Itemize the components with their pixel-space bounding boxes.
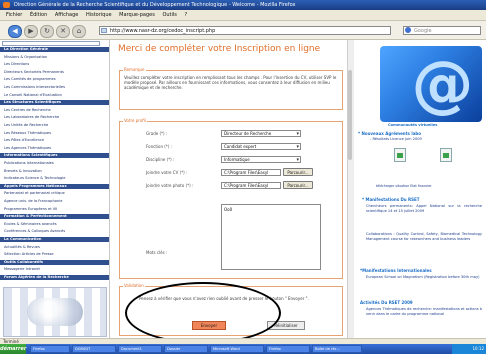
menu-item-fichier[interactable]: Fichier: [6, 10, 22, 20]
taskbar-item[interactable]: Firefox: [266, 345, 310, 353]
back-button[interactable]: ◀: [8, 25, 22, 38]
sidebar-item[interactable]: Les Agences Thématiques: [0, 146, 109, 151]
scrollbar-thumb[interactable]: [348, 70, 352, 160]
menu-item-historique[interactable]: Historique: [86, 10, 112, 20]
annotation-circle: [125, 282, 281, 344]
taskbar-item[interactable]: Boîte de réc...: [312, 345, 362, 353]
news1-heading: * Nouveaux Agréments labo: [358, 131, 422, 136]
taskbar-item[interactable]: DGRSDT: [72, 345, 116, 353]
reload-button[interactable]: ↻: [40, 25, 54, 38]
taskbar-item[interactable]: Firefox: [30, 345, 70, 353]
cv-file-input[interactable]: C:\Program Files\Easyl: [221, 169, 281, 176]
discipline-select[interactable]: Informatique: [221, 156, 301, 163]
at-sign-icon: @: [411, 47, 474, 120]
menu-item-affichage[interactable]: Affichage: [55, 10, 79, 20]
news4-text[interactable]: European School on Magnetism (Registrati…: [366, 275, 482, 280]
photo-label: Joindre votre photo (*) :: [146, 183, 194, 188]
keywords-label: Mots clés :: [146, 250, 168, 255]
sidebar-item[interactable]: Les Comités de programmes: [0, 77, 109, 82]
page-title: Merci de compléter votre Inscription en …: [118, 44, 321, 54]
sidebar-item[interactable]: Ecoles & Séminaires avancés: [0, 222, 109, 227]
news2-heading: * Manifestations Du RSET: [362, 197, 420, 202]
menu-item-edition[interactable]: Édition: [30, 10, 47, 20]
news2-text[interactable]: Chercheurs permanents: Appel National su…: [366, 204, 482, 213]
sidebar-item[interactable]: Les Directions: [0, 62, 109, 67]
home-button[interactable]: ⌂: [72, 25, 86, 38]
sidebar-item[interactable]: Programmes Européens et VII: [0, 207, 109, 212]
google-icon: [405, 27, 411, 33]
sidebar-item[interactable]: Publications Internationales: [0, 161, 109, 166]
keywords-textarea[interactable]: Oo0: [221, 204, 321, 270]
sidebar-item[interactable]: Actualités & Revues: [0, 245, 109, 250]
news5-text[interactable]: Agences Thématiques de recherche: manife…: [366, 307, 482, 316]
photo-browse-button[interactable]: Parcourir...: [283, 181, 313, 189]
start-button[interactable]: démarrer: [0, 344, 26, 354]
sidebar-item[interactable]: Appels Programmes Nationaux: [0, 183, 109, 189]
taskbar-item[interactable]: Microsoft Word: [210, 345, 264, 353]
remarque-text: Veuillez compléter votre inscription en …: [124, 75, 337, 90]
sidebar-item[interactable]: Les Structures Scientifiques: [0, 100, 109, 106]
sidebar-item[interactable]: Outils Collaboratifs: [0, 259, 109, 265]
grade-label: Grade (*) :: [146, 131, 168, 136]
photo-file-input[interactable]: C:\Program Files\Easyl: [221, 182, 281, 189]
menu-bar: Fichier Édition Affichage Historique Mar…: [0, 10, 486, 21]
remarque-legend: Remarque: [123, 67, 146, 72]
left-sidebar: La Direction Générale Missions & Organisa…: [0, 40, 110, 340]
sidebar-logo: [27, 298, 83, 326]
sidebar-item[interactable]: Les Centres de Recherche: [0, 108, 109, 113]
fonction-label: Fonction (*) :: [146, 144, 173, 149]
sidebar-search-input[interactable]: [2, 41, 100, 46]
sidebar-item[interactable]: Les Réseaux Thématiques: [0, 131, 109, 136]
grade-select[interactable]: Directeur de Recherche: [221, 130, 301, 137]
sidebar-item[interactable]: Sélection Articles de Presse: [0, 252, 109, 257]
sidebar-item[interactable]: Indicateurs Science & Technologie: [0, 176, 109, 181]
page-icon: [101, 28, 107, 33]
menu-item-outils[interactable]: Outils: [162, 10, 176, 20]
validation-legend: Validation: [123, 283, 145, 288]
sidebar-item[interactable]: Directeurs Sectoriels Permanents: [0, 70, 109, 75]
banner-caption[interactable]: Communautés virtuelles: [388, 123, 437, 128]
document-icon-2[interactable]: [440, 148, 452, 162]
menu-item-marque-pages[interactable]: Marque-pages: [119, 10, 155, 20]
sidebar-item[interactable]: Forum Algérien de la Recherche: [0, 275, 109, 280]
sidebar-item[interactable]: Les Laboratoires de Recherche: [0, 115, 109, 120]
sidebar-item[interactable]: La Direction Générale: [0, 47, 109, 52]
sidebar-item[interactable]: Agence univ. de la Francophonie: [0, 199, 109, 204]
stop-button[interactable]: ✕: [56, 25, 70, 38]
sidebar-item[interactable]: Informations Scientifiques: [0, 153, 109, 159]
sidebar-item[interactable]: Conférences & Colloques Avancés: [0, 229, 109, 234]
taskbar-item[interactable]: Dossier: [164, 345, 208, 353]
news1-text[interactable]: - Résultats Licence juin 2009: [370, 137, 480, 142]
sidebar-item[interactable]: Les Commissions Intersectorielles: [0, 85, 109, 90]
address-bar[interactable]: http://www.nasr-dz.org/cedoc_inscript.ph…: [99, 26, 391, 35]
sidebar-item[interactable]: Missions & Organisation: [0, 55, 109, 60]
sidebar-item[interactable]: Messagerie Intranet: [0, 267, 109, 272]
sidebar-item[interactable]: Brevets & Innovation: [0, 169, 109, 174]
fonction-select[interactable]: Candidat expert: [221, 143, 301, 150]
sidebar-item[interactable]: Les Pôles d'Excellence: [0, 138, 109, 143]
firefox-icon: [3, 2, 10, 8]
sidebar-item[interactable]: Le Conseil National d'Evaluation: [0, 93, 109, 98]
news5-heading: Activités Du RSET 2009: [360, 300, 413, 305]
sidebar-item[interactable]: Les Unités de Recherche: [0, 123, 109, 128]
search-input[interactable]: Google: [403, 26, 481, 35]
news3-text[interactable]: Collaborations : Quality Control, Safety…: [366, 232, 482, 241]
forward-button[interactable]: ▶: [24, 25, 38, 38]
discipline-label: Discipline (*) :: [146, 157, 175, 162]
menu-item-help[interactable]: ?: [184, 10, 187, 20]
sidebar-item[interactable]: Partenariat et partenariat critique: [0, 191, 109, 196]
sidebar-item[interactable]: La Communication: [0, 237, 109, 242]
news1-subtext[interactable]: télécharger situation Etat financier: [376, 184, 480, 189]
profil-legend: Votre profil: [123, 118, 147, 123]
news4-heading: *Manifestations Internationales: [360, 268, 432, 273]
cv-label: Joindre votre CV (*) :: [146, 170, 188, 175]
window-title: Direction Générale de la Recherche Scien…: [0, 0, 486, 10]
document-icon[interactable]: [394, 148, 406, 162]
cv-browse-button[interactable]: Parcourir...: [283, 168, 313, 176]
taskbar-item[interactable]: Document1: [118, 345, 162, 353]
system-tray-clock: 10:12: [452, 344, 486, 354]
sidebar-item[interactable]: Formation & Perfectionnement: [0, 214, 109, 220]
